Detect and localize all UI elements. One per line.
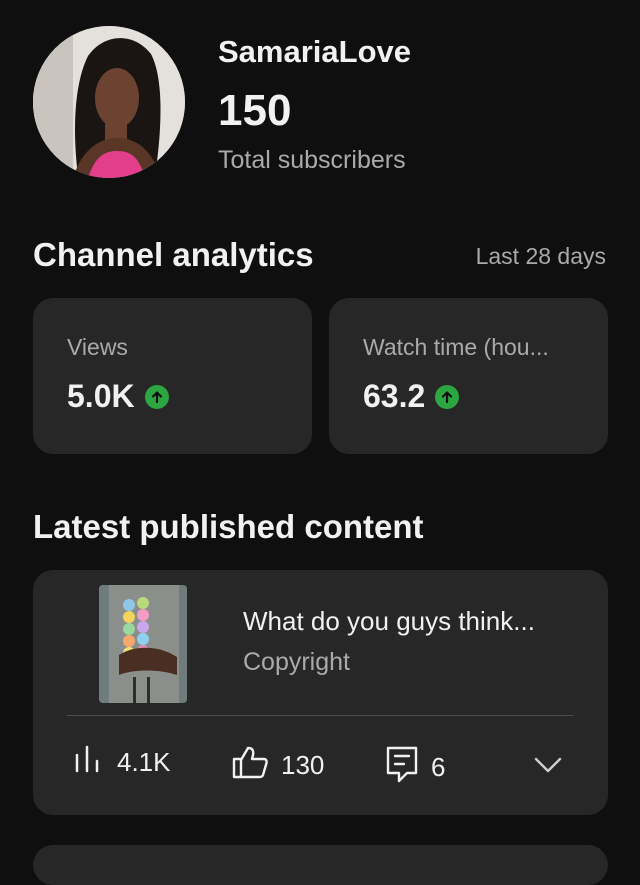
next-content-card[interactable] [33,845,608,885]
subscriber-count: 150 [218,86,292,135]
comments-count: 6 [431,752,446,782]
watch-time-card[interactable]: Watch time (hou... 63.2 [329,298,608,454]
subscriber-label: Total subscribers [218,146,406,174]
latest-content-title: Latest published content [33,508,424,545]
views-count: 4.1K [117,747,171,777]
comments-stat: 6 [385,745,445,790]
views-stat: 4.1K [73,745,171,780]
metric-value: 63.2 [363,378,426,414]
avatar[interactable] [33,26,185,178]
comment-icon [385,745,419,790]
arrow-up-icon [435,384,460,409]
thumbnail-image [99,585,187,703]
video-title[interactable]: What do you guys think... [243,606,535,637]
latest-video-card[interactable]: What do you guys think... Copyright 4.1K… [33,570,608,815]
video-thumbnail[interactable] [99,585,187,703]
video-subtitle: Copyright [243,648,350,676]
period-selector[interactable]: Last 28 days [476,243,606,270]
channel-name: SamariaLove [218,34,411,69]
chevron-down-icon[interactable] [528,750,568,780]
divider [67,715,574,716]
bar-chart-icon [73,745,105,780]
thumbs-up-icon [231,745,269,786]
metric-label: Watch time (hou... [363,334,549,360]
likes-stat: 130 [231,745,324,786]
likes-count: 130 [281,750,325,780]
analytics-title: Channel analytics [33,236,314,273]
arrow-up-icon [144,384,169,409]
channel-header: SamariaLove 150 Total subscribers [33,26,613,186]
metric-value: 5.0K [67,378,135,414]
avatar-photo [33,26,185,178]
metric-label: Views [67,334,128,360]
views-card[interactable]: Views 5.0K [33,298,312,454]
